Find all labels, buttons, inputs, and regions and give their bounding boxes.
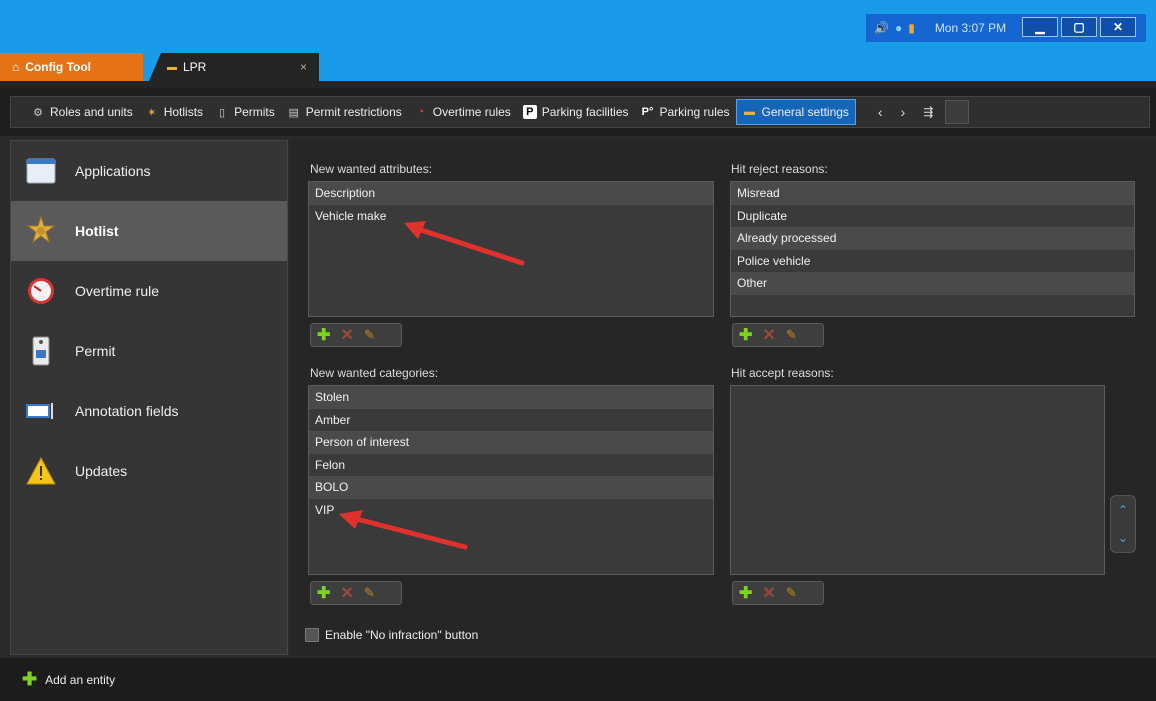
settings-sidebar: Applications Hotlist Overtime rule Permi… (10, 140, 288, 655)
network-icon[interactable]: ● (895, 21, 902, 35)
scroll-down-icon[interactable]: ⌄ (1118, 531, 1128, 545)
delete-icon[interactable]: ✕ (340, 583, 353, 603)
maximize-button[interactable]: ▢ (1061, 17, 1097, 37)
list-scroller[interactable]: ⌃ ⌄ (1110, 495, 1136, 553)
lpr-icon: ▬ (167, 61, 177, 73)
volume-icon[interactable]: 🔊 (874, 21, 889, 35)
text-field-icon (25, 395, 57, 427)
add-entity-label: Add an entity (45, 672, 116, 687)
list-item[interactable]: Person of interest (309, 431, 713, 454)
tab-lpr[interactable]: ▬ LPR × (149, 53, 319, 81)
scroll-up-icon[interactable]: ⌃ (1118, 503, 1128, 517)
system-tray: 🔊 ● ▮ Mon 3:07 PM ▁ ▢ ✕ (866, 14, 1146, 42)
accept-reasons-buttons: ✚ ✕ ✎ (732, 581, 824, 605)
annotation-arrow-2 (339, 510, 468, 550)
minimize-button[interactable]: ▁ (1022, 17, 1058, 37)
permit-tag-icon (25, 335, 57, 367)
tab-config-tool[interactable]: ⌂ Config Tool (0, 53, 143, 81)
tab-hotlists[interactable]: ✶ Hotlists (139, 99, 209, 125)
list-item[interactable]: Felon (309, 454, 713, 477)
add-icon[interactable]: ✚ (317, 583, 330, 603)
applications-icon (25, 155, 57, 187)
sidebar-item-applications[interactable]: Applications (11, 141, 287, 201)
signal-icon[interactable]: ▮ (908, 21, 915, 35)
list-item[interactable]: Duplicate (731, 205, 1134, 228)
list-item[interactable]: Police vehicle (731, 250, 1134, 273)
tab-parking-facilities[interactable]: P Parking facilities (517, 99, 635, 125)
sheriff-badge-icon (25, 215, 57, 247)
sidebar-item-annotation-fields[interactable]: Annotation fields (11, 381, 287, 441)
sidebar-item-hotlist[interactable]: Hotlist (11, 201, 287, 261)
add-icon[interactable]: ✚ (739, 583, 752, 603)
task-toolbar: ⚙ Roles and units ✶ Hotlists ▯ Permits ▤ Per… (0, 88, 1156, 136)
wanted-categories-label: New wanted categories: (310, 366, 439, 380)
badge-icon: ✶ (147, 106, 157, 119)
parking-rule-icon: P° (641, 106, 654, 118)
tab-permits[interactable]: ▯ Permits (209, 99, 281, 125)
close-window-button[interactable]: ✕ (1100, 17, 1136, 37)
tab-overtime-rules[interactable]: ◔ Overtime rules (408, 99, 517, 125)
accept-reasons-list[interactable] (730, 385, 1105, 575)
delete-icon[interactable]: ✕ (762, 583, 775, 603)
add-icon[interactable]: ✚ (739, 325, 752, 345)
checkbox-label: Enable "No infraction" button (325, 628, 479, 642)
edit-icon[interactable]: ✎ (364, 327, 375, 343)
lpr-settings-icon: ▬ (744, 106, 756, 118)
clock: Mon 3:07 PM (934, 21, 1007, 35)
sidebar-item-overtime-rule[interactable]: Overtime rule (11, 261, 287, 321)
accept-reasons-label: Hit accept reasons: (731, 366, 834, 380)
home-icon: ⌂ (12, 60, 20, 74)
reject-reasons-list[interactable]: Misread Duplicate Already processed Poli… (730, 181, 1135, 317)
window-title-bar: 🔊 ● ▮ Mon 3:07 PM ▁ ▢ ✕ ⌂ Config Tool ▬ … (0, 0, 1156, 88)
tab-general-settings[interactable]: ▬ General settings (735, 99, 856, 125)
list-item[interactable]: Other (731, 272, 1134, 295)
wanted-attributes-buttons: ✚ ✕ ✎ (310, 323, 402, 347)
stopwatch-icon (25, 275, 57, 307)
restriction-icon: ▤ (288, 106, 299, 119)
tab-parking-rules[interactable]: P° Parking rules (635, 99, 736, 125)
edit-icon[interactable]: ✎ (364, 585, 375, 601)
sidebar-item-updates[interactable]: Updates (11, 441, 287, 501)
add-entity-bar[interactable]: ✚ Add an entity (0, 658, 1156, 701)
add-icon[interactable]: ✚ (317, 325, 330, 345)
no-infraction-checkbox[interactable]: Enable "No infraction" button (305, 628, 478, 642)
roles-icon: ⚙ (33, 106, 43, 119)
wanted-attributes-label: New wanted attributes: (310, 162, 433, 176)
list-item[interactable]: Misread (731, 182, 1134, 205)
edit-icon[interactable]: ✎ (786, 327, 797, 343)
back-arrow-icon[interactable]: ‹ (878, 104, 883, 120)
close-tab-icon[interactable]: × (300, 60, 307, 74)
toolbar-overflow-box[interactable] (945, 100, 970, 124)
list-item[interactable]: Amber (309, 409, 713, 432)
reject-reasons-buttons: ✚ ✕ ✎ (732, 323, 824, 347)
warning-icon (25, 455, 57, 487)
sidebar-item-permit[interactable]: Permit (11, 321, 287, 381)
delete-icon[interactable]: ✕ (762, 325, 775, 345)
list-item[interactable]: Description (309, 182, 713, 205)
tab-label: Config Tool (25, 60, 92, 74)
reject-reasons-label: Hit reject reasons: (731, 162, 828, 176)
parking-icon: P (522, 105, 537, 119)
pin-icon[interactable]: ⇶ (923, 105, 933, 119)
list-item[interactable]: Already processed (731, 227, 1134, 250)
clock-icon: ◔ (417, 106, 425, 118)
tab-permit-restrictions[interactable]: ▤ Permit restrictions (281, 99, 408, 125)
list-item[interactable]: Stolen (309, 386, 713, 409)
edit-icon[interactable]: ✎ (786, 585, 797, 601)
delete-icon[interactable]: ✕ (340, 325, 353, 345)
tab-roles-and-units[interactable]: ⚙ Roles and units (25, 99, 139, 125)
checkbox-box[interactable] (305, 628, 319, 642)
list-item[interactable]: BOLO (309, 476, 713, 499)
annotation-arrow-1 (404, 221, 525, 266)
add-icon[interactable]: ✚ (22, 669, 37, 690)
permit-icon: ▯ (219, 106, 226, 119)
wanted-categories-buttons: ✚ ✕ ✎ (310, 581, 402, 605)
tab-label: LPR (183, 60, 207, 74)
forward-arrow-icon[interactable]: › (901, 104, 906, 120)
